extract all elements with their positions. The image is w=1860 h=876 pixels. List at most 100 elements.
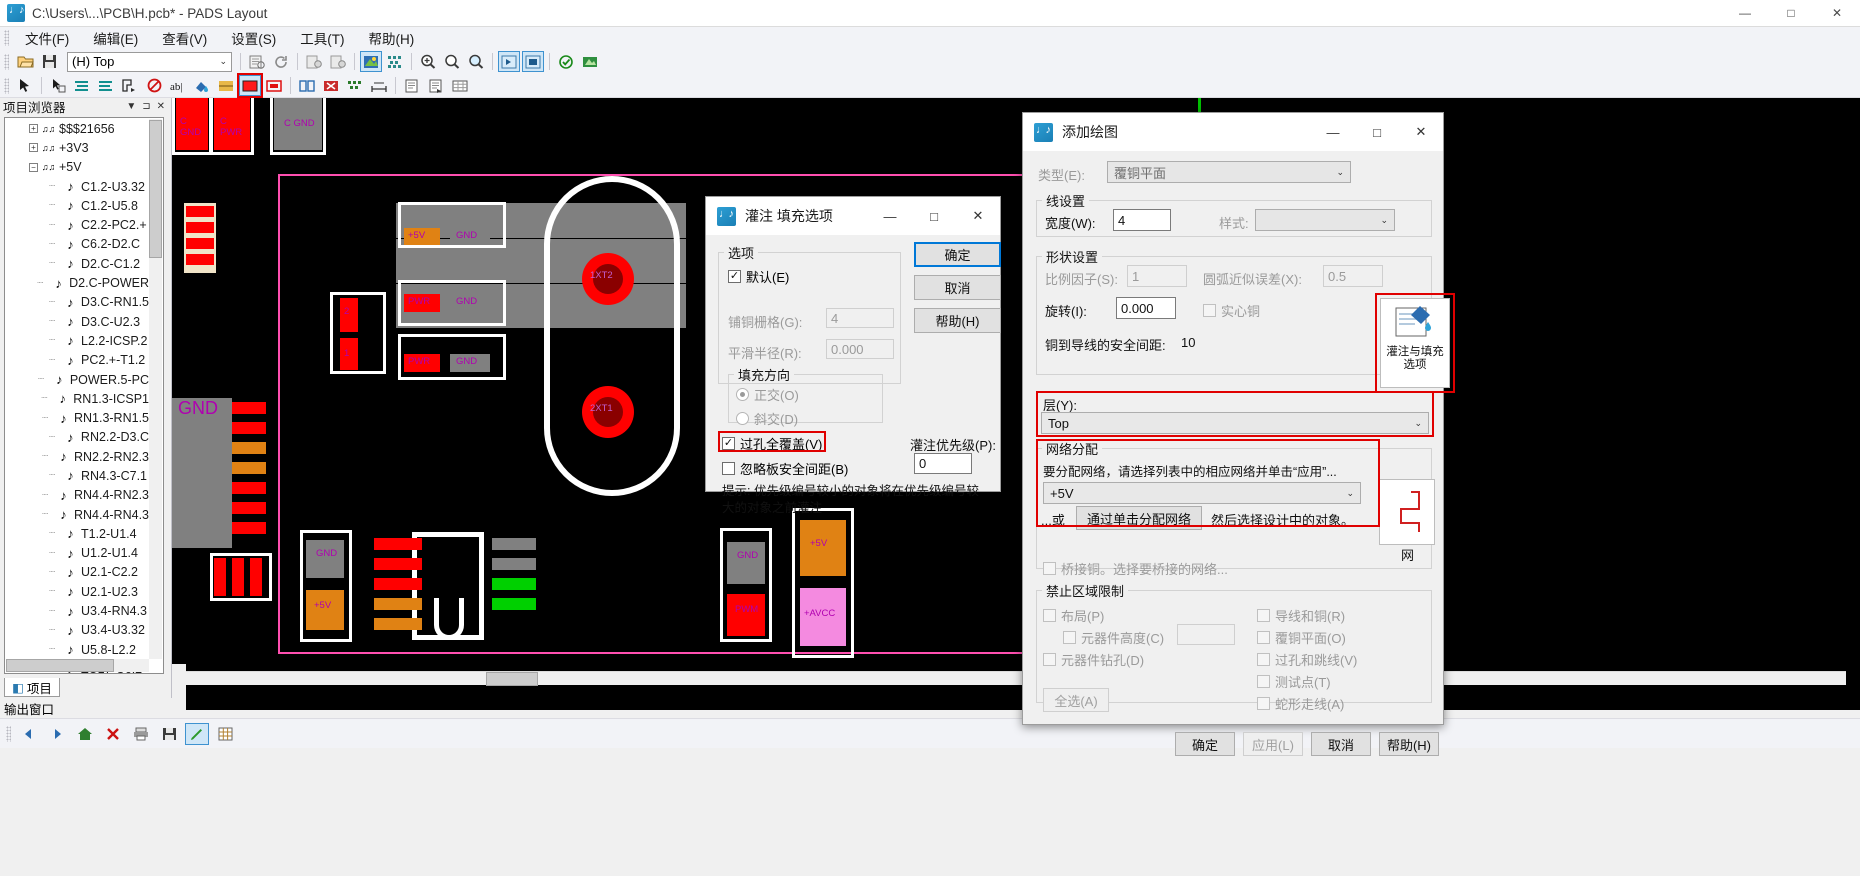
panel-close-icon[interactable]: ✕ [157, 101, 165, 112]
back-icon[interactable] [17, 723, 41, 745]
draw-dialog-close-button[interactable]: ✕ [1399, 113, 1443, 151]
smooth-input[interactable]: 0.000 [826, 339, 894, 359]
keepout-via-jumper-checkbox[interactable]: 过孔和跳线(V) [1257, 650, 1357, 669]
panel-pin-icon[interactable]: ⊐ [142, 101, 150, 112]
canvas-hscrollbar[interactable] [186, 671, 1846, 686]
tree-item[interactable]: + ♫♫ +3V3 [5, 138, 149, 157]
tree-item[interactable]: ┈ ♪ C6.2-D2.C [5, 235, 149, 254]
fill-dialog-minimize-button[interactable]: — [868, 197, 912, 235]
net-select[interactable]: +5V ⌄ [1043, 482, 1361, 504]
split-plane-icon[interactable] [296, 75, 318, 96]
tree-collapse-icon[interactable]: − [29, 162, 38, 172]
report-icon[interactable] [401, 75, 423, 96]
keepout-copper-plane-checkbox[interactable]: 覆铜平面(O) [1257, 628, 1346, 647]
keepout-trace-copper-checkbox[interactable]: 导线和铜(R) [1257, 606, 1345, 625]
properties-icon[interactable] [246, 51, 268, 72]
copper-plane-icon[interactable] [263, 75, 285, 96]
tree-item[interactable]: ┈ ♪ U3.4-RN4.3 [5, 601, 149, 620]
open-icon[interactable] [14, 51, 36, 72]
keepout-testpoint-checkbox[interactable]: 测试点(T) [1257, 672, 1331, 691]
direction-diag-radio[interactable]: 斜交(D) [736, 409, 798, 428]
pour-fill-options-button[interactable]: 灌注与填充 选项 [1380, 298, 1450, 388]
pour-icon[interactable] [191, 75, 213, 96]
tree-item[interactable]: − ♫♫ +5V [5, 158, 149, 177]
tree-item[interactable]: ┈ ♪ D3.C-RN1.5 [5, 293, 149, 312]
hatch-icon[interactable] [215, 75, 237, 96]
solid-copper-checkbox[interactable]: 实心铜 [1203, 301, 1260, 320]
canvas-hscroll-thumb[interactable] [486, 672, 538, 686]
tree-item[interactable]: ┈ ♪ U1.2-U1.4 [5, 544, 149, 563]
rotate-input[interactable]: 0.000 [1116, 297, 1176, 319]
draw-cancel-button[interactable]: 取消 [1311, 732, 1371, 756]
minimize-button[interactable]: — [1722, 0, 1768, 27]
type-select[interactable]: 覆铜平面 ⌄ [1107, 161, 1351, 183]
tree-vscroll-thumb[interactable] [149, 120, 162, 258]
no-entry-icon[interactable] [143, 75, 165, 96]
draw-ok-button[interactable]: 确定 [1175, 732, 1235, 756]
tree-vertical-scrollbar[interactable] [149, 119, 162, 659]
tree-item[interactable]: ┈ ♪ POWER.5-PC [5, 370, 149, 389]
fill-dialog-close-button[interactable]: ✕ [956, 197, 1000, 235]
home-icon[interactable] [73, 723, 97, 745]
fill-cancel-button[interactable]: 取消 [914, 275, 1001, 300]
close-button[interactable]: ✕ [1814, 0, 1860, 27]
design-rules2-icon[interactable] [327, 51, 349, 72]
tree-item[interactable]: ┈ ♪ D2.C-POWER [5, 273, 149, 292]
direction-ortho-radio[interactable]: 正交(O) [736, 385, 799, 404]
delete-plane-icon[interactable] [320, 75, 342, 96]
draw-apply-button[interactable]: 应用(L) [1243, 732, 1303, 756]
project-tree[interactable]: + ♫♫ $$$21656 + ♫♫ +3V3− ♫♫ +5V ┈ ♪ C1.2-U3.32 ┈ ♪ C1… [4, 117, 164, 674]
keepout-height-input[interactable] [1177, 624, 1235, 645]
maximize-button[interactable]: □ [1768, 0, 1814, 27]
ignore-board-clearance-checkbox[interactable]: 忽略板安全间距(B) [722, 459, 848, 478]
save-output-icon[interactable] [157, 723, 181, 745]
tree-item[interactable]: ┈ ♪ C1.2-U3.32 [5, 177, 149, 196]
layer-display-icon[interactable] [360, 51, 382, 72]
print-icon[interactable] [129, 723, 153, 745]
layer-select[interactable]: (H) Top ⌄ [67, 51, 232, 72]
tab-project[interactable]: ◧ 项目 [4, 678, 60, 697]
tree-expand-icon[interactable]: + [29, 124, 38, 134]
table-icon[interactable] [449, 75, 471, 96]
tree-horizontal-scrollbar[interactable] [6, 659, 149, 672]
select-all-button[interactable]: 全选(A) [1043, 688, 1109, 712]
keepout-placement-checkbox[interactable]: 布局(P) [1043, 606, 1104, 625]
style-select[interactable]: ⌄ [1255, 209, 1395, 231]
zoom-fit-icon[interactable] [441, 51, 463, 72]
tree-item[interactable]: ┈ ♪ RN4.4-RN2.3 [5, 486, 149, 505]
tree-item[interactable]: ┈ ♪ RN1.3-RN1.5 [5, 408, 149, 427]
text-icon[interactable]: ab| [167, 75, 189, 96]
select-mode-icon[interactable] [498, 51, 520, 72]
drc-icon[interactable] [555, 51, 577, 72]
tree-item[interactable]: + ♫♫ $$$21656 [5, 119, 149, 138]
tree-item[interactable]: ┈ ♪ L2.2-ICSP.2 [5, 331, 149, 350]
tree-item[interactable]: ┈ ♪ PC2.+-T1.2 [5, 351, 149, 370]
scale-input[interactable]: 1 [1127, 265, 1187, 287]
grid-output-icon[interactable] [213, 723, 237, 745]
tree-item[interactable]: ┈ ♪ C2.2-PC2.+ [5, 215, 149, 234]
design-rules-icon[interactable] [303, 51, 325, 72]
assign-net-by-click-button[interactable]: 通过单击分配网络 [1076, 506, 1202, 530]
select-mode2-icon[interactable] [522, 51, 544, 72]
pour-priority-input[interactable]: 0 [914, 453, 972, 474]
tree-item[interactable]: ┈ ♪ C1.2-U5.8 [5, 196, 149, 215]
forward-icon[interactable] [45, 723, 69, 745]
delete-icon[interactable] [101, 723, 125, 745]
tree-item[interactable]: ┈ ♪ T1.2-U1.4 [5, 524, 149, 543]
pen-icon[interactable] [185, 722, 209, 745]
menu-tools[interactable]: 工具(T) [288, 26, 356, 50]
grid-input[interactable]: 4 [826, 308, 894, 328]
fill-dialog-maximize-button[interactable]: □ [912, 197, 956, 235]
menu-file[interactable]: 文件(F) [13, 26, 81, 50]
tree-item[interactable]: ┈ ♪ U2.1-U2.3 [5, 582, 149, 601]
tree-item[interactable]: ┈ ♪ RN4.3-C7.1 [5, 466, 149, 485]
keepout-serpentine-checkbox[interactable]: 蛇形走线(A) [1257, 694, 1344, 713]
route2-icon[interactable] [95, 75, 117, 96]
draw-dialog-maximize-button[interactable]: □ [1355, 113, 1399, 151]
via-coverage-checkbox[interactable]: ✓ 过孔全覆盖(V) [722, 434, 822, 453]
flood-icon[interactable] [344, 75, 366, 96]
tree-item[interactable]: ┈ ♪ U2.1-C2.2 [5, 563, 149, 582]
layer-select[interactable]: Top ⌄ [1041, 412, 1429, 434]
tree-item[interactable]: ┈ ♪ D2.C-C1.2 [5, 254, 149, 273]
menu-edit[interactable]: 编辑(E) [81, 26, 150, 50]
